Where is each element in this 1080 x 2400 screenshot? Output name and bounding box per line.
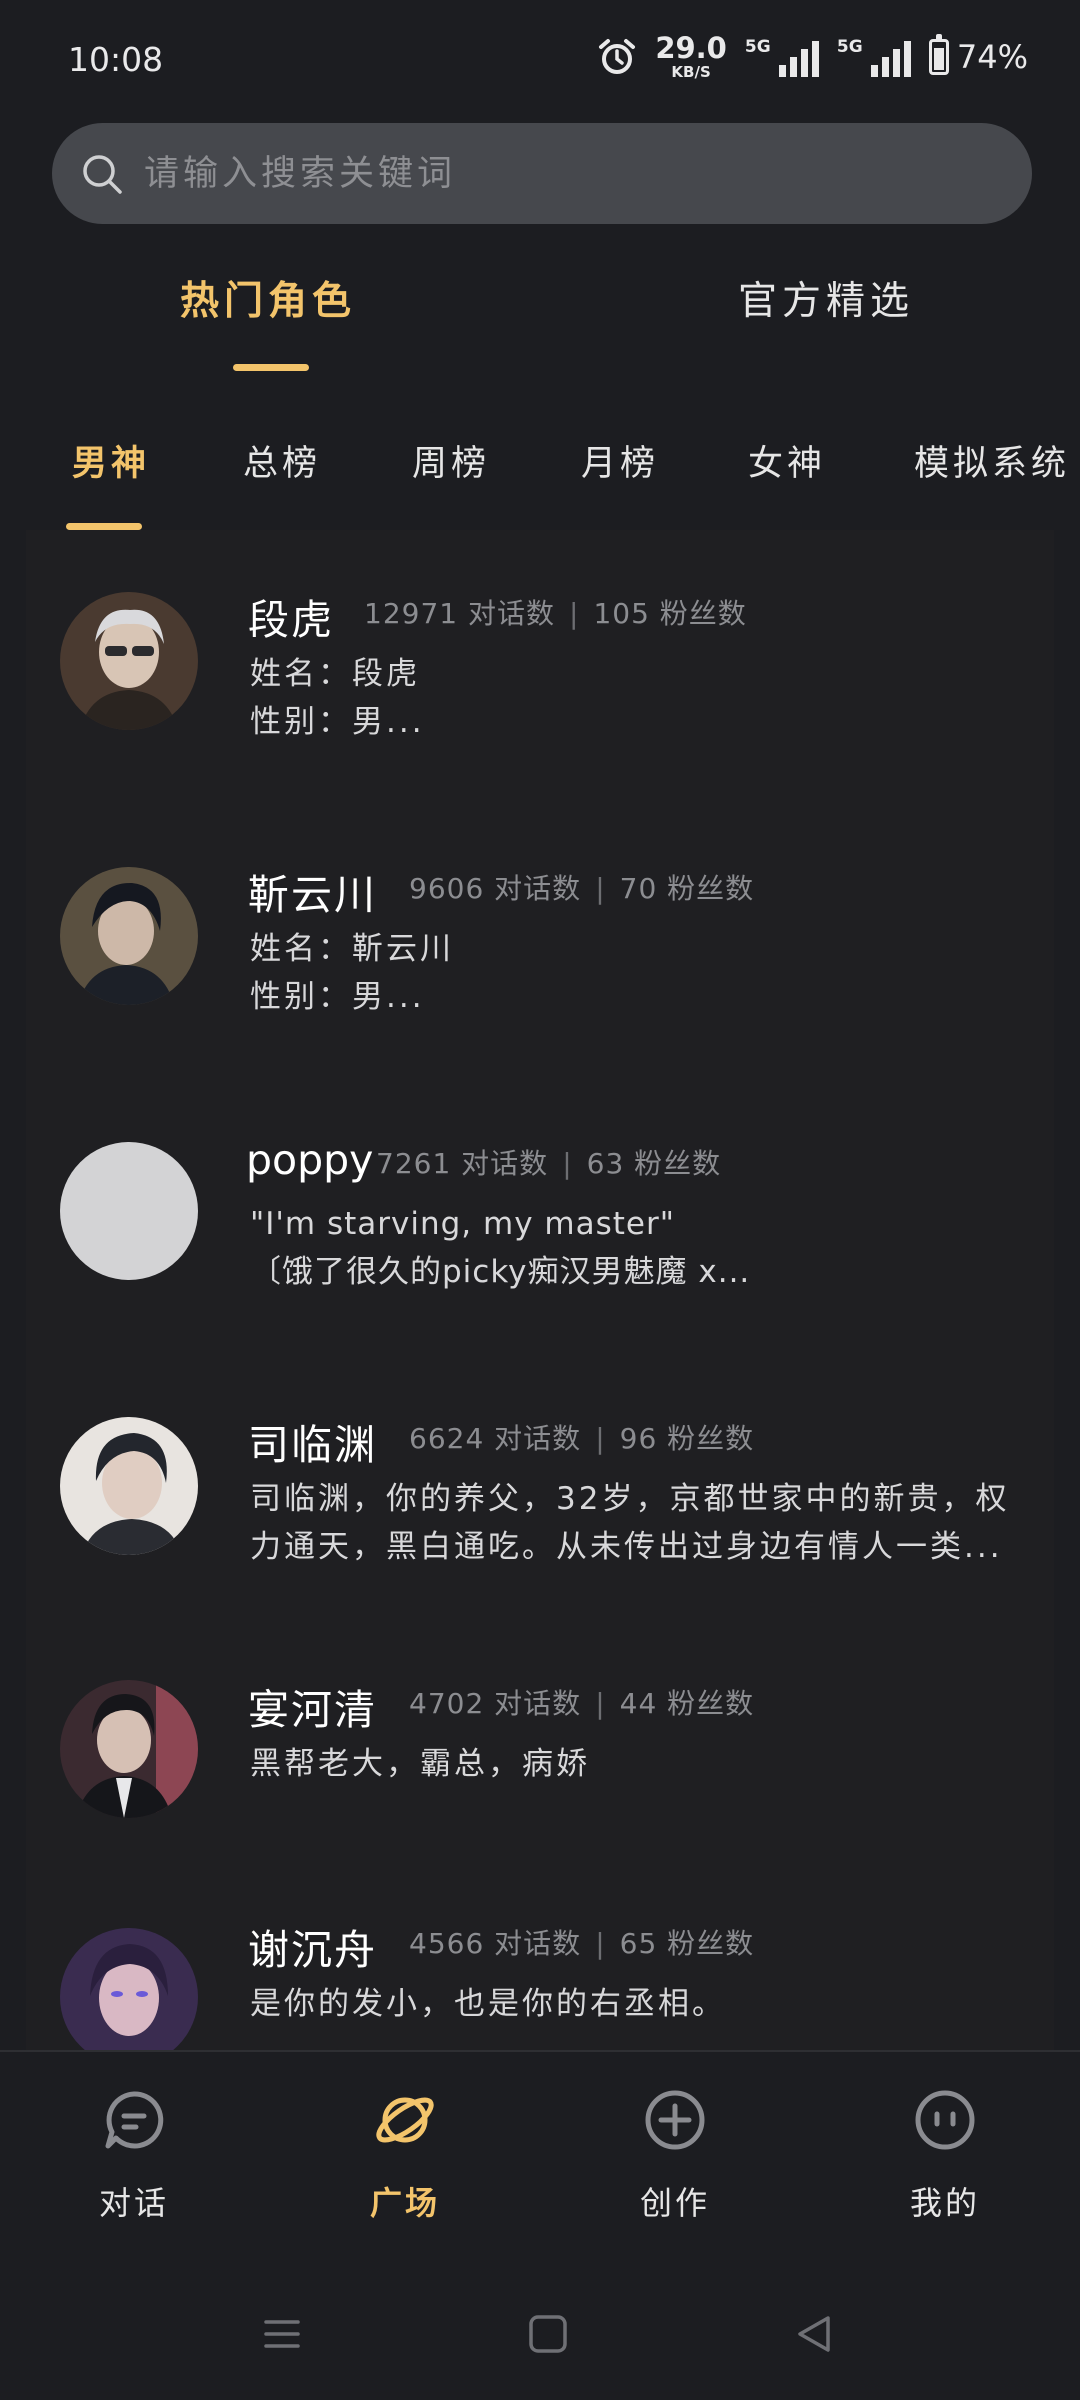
list-item[interactable]: 段虎 12971 对话数 | 105 粉丝数 姓名：段虎 性别：男...	[26, 530, 1054, 805]
tab-hot-characters[interactable]: 热门角色	[180, 270, 356, 326]
character-name: 段虎	[248, 596, 334, 644]
list-item[interactable]: 靳云川 9606 对话数 | 70 粉丝数 姓名：靳云川 性别：男...	[26, 805, 1054, 1080]
character-stats: 7261 对话数 | 63 粉丝数	[376, 1147, 722, 1180]
nav-chat[interactable]: 对话	[59, 2088, 209, 2224]
character-stats: 12971 对话数 | 105 粉丝数	[364, 597, 747, 630]
character-description: 是你的发小，也是你的右丞相。	[250, 1986, 726, 2022]
nav-create[interactable]: 创作	[600, 2088, 750, 2224]
signal-icon: 5G	[745, 37, 819, 77]
subtab-overall-rank[interactable]: 总榜	[243, 435, 321, 486]
bottom-nav: 对话 广场 创作 我的	[0, 2050, 1080, 2272]
character-stats: 6624 对话数 | 96 粉丝数	[409, 1422, 755, 1455]
list-item[interactable]: poppy 7261 对话数 | 63 粉丝数 "I'm starving, my …	[26, 1080, 1054, 1355]
avatar[interactable]	[60, 867, 198, 1005]
avatar[interactable]	[60, 1417, 198, 1555]
subtab-indicator	[66, 523, 142, 530]
signal-icon: 5G	[837, 37, 911, 77]
list-item[interactable]: 谢沉舟 4566 对话数 | 65 粉丝数 是你的发小，也是你的右丞相。	[26, 1870, 1054, 2050]
search-bar[interactable]	[52, 123, 1032, 224]
character-name: 宴河清	[248, 1686, 377, 1734]
system-nav-bar	[0, 2272, 1080, 2400]
avatar[interactable]	[60, 1680, 198, 1818]
alarm-icon	[599, 39, 636, 74]
subtab-weekly-rank[interactable]: 周榜	[412, 435, 490, 486]
character-description: "I'm starving, my master" 〔饿了很久的picky痴汉男…	[250, 1206, 751, 1290]
character-stats: 4566 对话数 | 65 粉丝数	[409, 1927, 755, 1960]
back-icon[interactable]	[794, 2314, 834, 2354]
avatar[interactable]	[60, 592, 198, 730]
subtab-male-gods[interactable]: 男神	[72, 435, 150, 486]
tab-official-picks[interactable]: 官方精选	[738, 270, 914, 326]
avatar[interactable]	[60, 1142, 198, 1280]
subtab-monthly-rank[interactable]: 月榜	[581, 435, 659, 486]
avatar[interactable]	[60, 1928, 198, 2050]
character-stats: 9606 对话数 | 70 粉丝数	[409, 872, 755, 905]
character-name: 靳云川	[248, 871, 377, 919]
character-name: poppy	[246, 1136, 374, 1184]
menu-icon[interactable]	[262, 2314, 302, 2354]
nav-profile[interactable]: 我的	[870, 2088, 1020, 2224]
face-icon	[915, 2090, 975, 2150]
search-icon	[83, 154, 122, 194]
status-bar: 10:08 29.0 KB/S 5G 5G 74%	[0, 0, 1080, 120]
list-item[interactable]: 宴河清 4702 对话数 | 44 粉丝数 黑帮老大，霸总，病娇	[26, 1620, 1054, 1870]
home-icon[interactable]	[528, 2314, 568, 2354]
battery-icon	[928, 34, 949, 75]
subtab-simulation-system[interactable]: 模拟系统	[914, 435, 1070, 486]
chat-bubble-icon	[105, 2091, 164, 2149]
tab-indicator	[233, 364, 309, 371]
planet-icon	[376, 2097, 434, 2143]
character-name: 司临渊	[248, 1421, 377, 1469]
search-input[interactable]	[142, 152, 966, 195]
character-list: 段虎 12971 对话数 | 105 粉丝数 姓名：段虎 性别：男... 靳云川 9…	[26, 530, 1054, 2050]
subtab-female-gods[interactable]: 女神	[748, 435, 826, 486]
network-speed: 29.0 KB/S	[655, 31, 727, 81]
character-description: 姓名：段虎 性别：男...	[250, 656, 425, 740]
character-description: 黑帮老大，霸总，病娇	[250, 1746, 590, 1782]
nav-square[interactable]: 广场	[330, 2088, 480, 2224]
character-stats: 4702 对话数 | 44 粉丝数	[409, 1687, 755, 1720]
list-item[interactable]: 司临渊 6624 对话数 | 96 粉丝数 司临渊，你的养父，32岁，京都世家中的新…	[26, 1355, 1054, 1620]
character-description: 司临渊，你的养父，32岁，京都世家中的新贵，权 力通天，黑白通吃。从未传出过身边…	[250, 1481, 1010, 1565]
plus-circle-icon	[645, 2090, 705, 2150]
status-icons: 29.0 KB/S 5G 5G 74%	[597, 34, 1028, 80]
character-description: 姓名：靳云川 性别：男...	[250, 931, 454, 1015]
status-time: 10:08	[68, 40, 164, 79]
battery-indicator: 74%	[928, 34, 1028, 76]
character-name: 谢沉舟	[248, 1926, 377, 1974]
